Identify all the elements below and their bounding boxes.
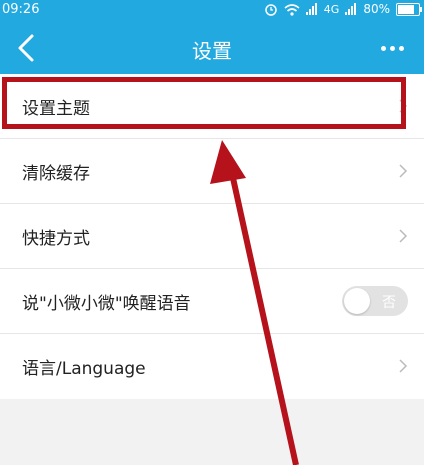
voice-wakeup-toggle[interactable]: 否: [342, 286, 408, 316]
chevron-right-icon: [399, 99, 408, 113]
settings-item-label: 设置主题: [22, 99, 90, 119]
toggle-knob: [344, 288, 370, 314]
settings-item-voice-wakeup: 说"小微小微"唤醒语音 否: [0, 269, 424, 334]
page-title: 设置: [192, 39, 232, 63]
toggle-state-text: 否: [382, 295, 396, 311]
settings-item-clear-cache[interactable]: 清除缓存: [0, 139, 424, 204]
wifi-icon: [284, 3, 300, 16]
settings-item-label: 清除缓存: [22, 164, 90, 184]
chevron-right-icon: [399, 164, 408, 178]
signal-icon: [305, 3, 317, 15]
status-icons: 4G 80%: [264, 2, 422, 16]
battery-icon: [396, 2, 422, 16]
nav-bar: 设置: [0, 22, 424, 74]
more-dots-icon[interactable]: [372, 34, 412, 62]
settings-item-language[interactable]: 语言/Language: [0, 334, 424, 399]
battery-fill: [398, 4, 414, 14]
settings-item-label: 语言/Language: [22, 359, 146, 379]
alarm-icon: [265, 4, 277, 16]
settings-item-shortcut[interactable]: 快捷方式: [0, 204, 424, 269]
status-time: 09:26: [2, 2, 40, 17]
chevron-right-icon: [399, 359, 408, 373]
settings-item-label: 说"小微小微"唤醒语音: [22, 294, 191, 314]
signal-icon: [345, 3, 357, 15]
settings-item-theme[interactable]: 设置主题: [0, 74, 424, 139]
status-bar: 09:26 4G 80%: [0, 0, 424, 22]
chevron-right-icon: [399, 229, 408, 243]
network-type: 4G: [323, 2, 340, 16]
battery-percent: 80%: [363, 2, 390, 16]
settings-list: 设置主题 清除缓存 快捷方式 说"小微小微"唤醒语音 否 语言/Language: [0, 74, 424, 399]
settings-item-label: 快捷方式: [22, 229, 90, 249]
